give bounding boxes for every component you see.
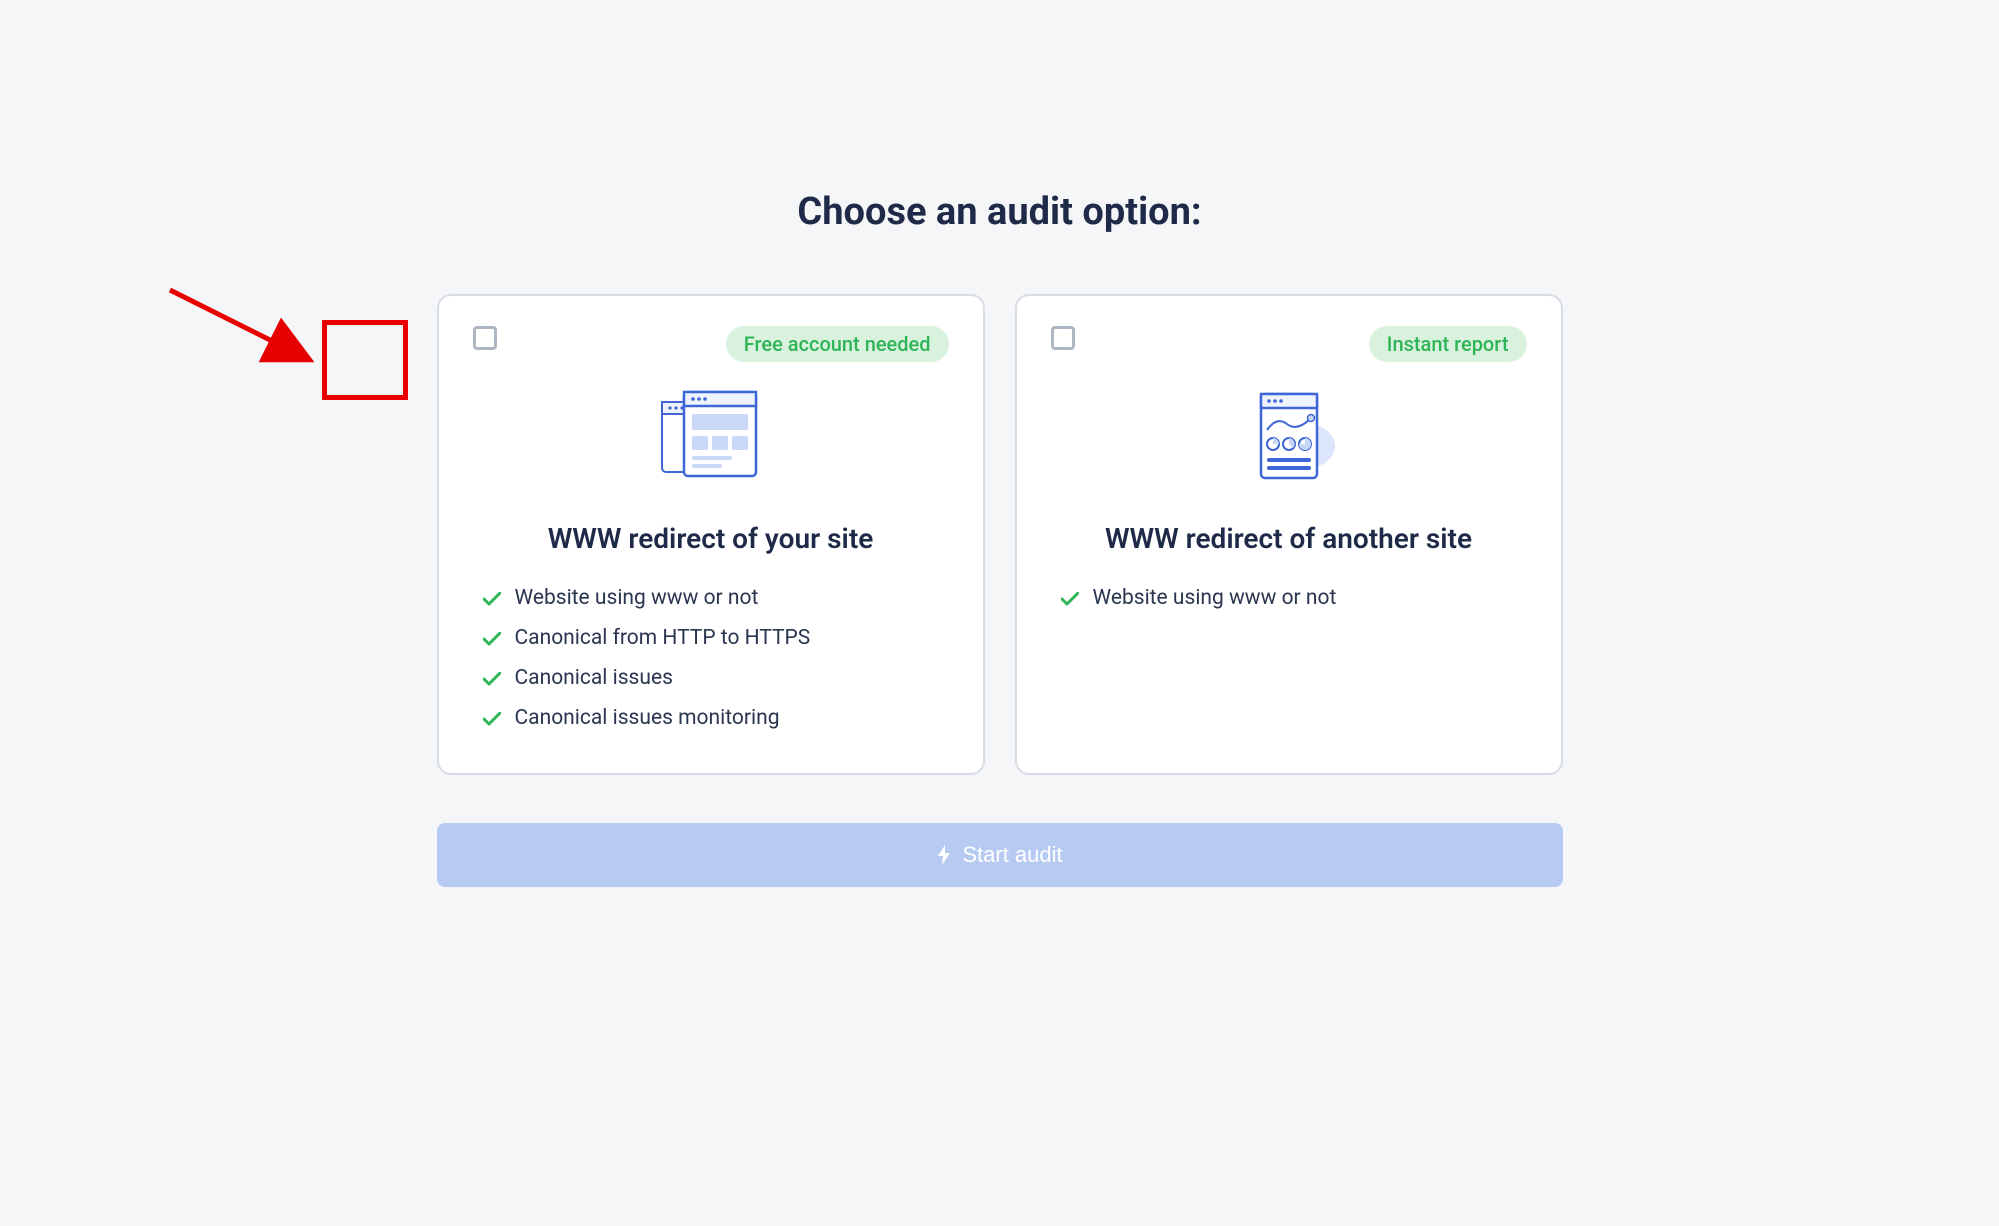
check-icon	[1061, 592, 1079, 606]
badge-instant-report: Instant report	[1369, 326, 1527, 362]
check-icon	[483, 632, 501, 646]
feature-item: Canonical from HTTP to HTTPS	[483, 619, 949, 659]
feature-item: Website using www or not	[1061, 579, 1527, 619]
feature-list-another-site: Website using www or not	[1051, 579, 1527, 619]
browser-windows-icon	[473, 378, 949, 498]
feature-item: Canonical issues	[483, 659, 949, 699]
lightning-icon	[936, 845, 952, 865]
start-audit-button[interactable]: Start audit	[437, 823, 1563, 887]
feature-text: Website using www or not	[515, 579, 759, 619]
feature-text: Website using www or not	[1093, 579, 1337, 619]
badge-free-account: Free account needed	[726, 326, 949, 362]
checkbox-another-site[interactable]	[1051, 326, 1075, 350]
report-page-icon	[1051, 378, 1527, 498]
check-icon	[483, 592, 501, 606]
card-title-another-site: WWW redirect of another site	[1051, 522, 1527, 555]
start-audit-label: Start audit	[962, 842, 1062, 868]
feature-text: Canonical issues	[515, 659, 673, 699]
cards-row: Free account needed	[437, 294, 1563, 775]
feature-item: Website using www or not	[483, 579, 949, 619]
feature-list-your-site: Website using www or not Canonical from …	[473, 579, 949, 739]
audit-option-your-site[interactable]: Free account needed	[437, 294, 985, 775]
page-heading: Choose an audit option:	[797, 190, 1201, 234]
checkbox-your-site[interactable]	[473, 326, 497, 350]
check-icon	[483, 712, 501, 726]
check-icon	[483, 672, 501, 686]
card-title-your-site: WWW redirect of your site	[473, 522, 949, 555]
feature-text: Canonical from HTTP to HTTPS	[515, 619, 811, 659]
feature-item: Canonical issues monitoring	[483, 699, 949, 739]
audit-option-another-site[interactable]: Instant report	[1015, 294, 1563, 775]
feature-text: Canonical issues monitoring	[515, 699, 780, 739]
